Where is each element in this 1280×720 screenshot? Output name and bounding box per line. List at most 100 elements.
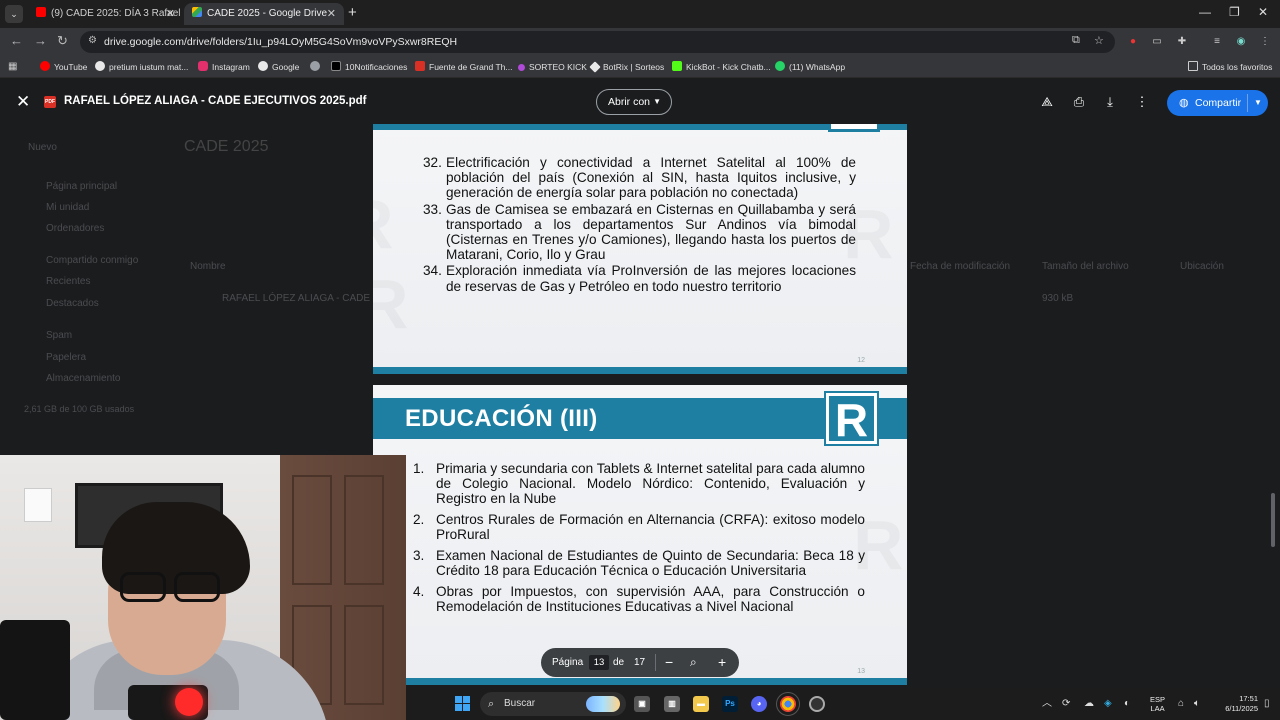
bookmark-kickbot[interactable]: KickBot - Kick Chatb... [672, 56, 771, 78]
scrollbar[interactable] [1271, 493, 1275, 547]
column-name: Nombre [190, 261, 226, 272]
more-actions-icon[interactable]: ⋮ [1134, 94, 1150, 110]
onedrive-cloud-icon[interactable]: ☁ [1084, 688, 1094, 720]
minimize-icon[interactable]: — [1199, 5, 1211, 19]
page-total: 17 [634, 657, 646, 668]
nav-item: Destacados [46, 298, 99, 309]
windows-start-icon[interactable] [455, 696, 471, 712]
chevron-down-icon[interactable]: ▼ [1254, 90, 1262, 116]
x-icon [331, 61, 341, 71]
app-icon[interactable] [809, 696, 825, 712]
extensions-puzzle-icon[interactable]: ✚ [1175, 35, 1189, 49]
tray-app-icon[interactable]: ◐ [1124, 688, 1130, 720]
notification-icon[interactable]: ▯ [1264, 698, 1270, 709]
profile-avatar-icon[interactable]: ◉ [1234, 35, 1248, 49]
reload-icon[interactable]: ↻ [57, 33, 68, 49]
share-divider [1247, 94, 1248, 112]
forward-arrow-icon[interactable]: → [34, 33, 47, 48]
app-icon[interactable]: ▥ [664, 696, 680, 712]
zoom-icon[interactable]: ⌕ [690, 648, 697, 677]
bookmark-10notificaciones[interactable]: 10Notificaciones [331, 56, 407, 78]
bookmark-sorteo-kick[interactable]: SORTEO KICK [518, 56, 587, 78]
zoom-in-icon[interactable]: + [718, 648, 726, 677]
share-button[interactable]: ◍ Compartir ▼ [1167, 90, 1268, 116]
zoom-out-icon[interactable]: − [665, 648, 673, 677]
close-tab-icon[interactable]: ✕ [327, 3, 336, 25]
nav-item: Compartido conmigo [46, 255, 139, 266]
tab-label: (9) CADE 2025: DÍA 3 Rafael Lóp [51, 8, 183, 19]
taskbar-clock[interactable]: 17:51 6/11/2025 [1212, 694, 1258, 714]
nav-item: Página principal [46, 181, 118, 192]
extension-icon[interactable]: ▭ [1150, 35, 1164, 49]
chrome-icon[interactable] [776, 692, 800, 716]
bookmark-youtube[interactable]: YouTube [40, 56, 87, 78]
clock-time: 17:51 [1239, 694, 1258, 703]
page-navigation-bar: Página 13 de 17 − ⌕ + [541, 648, 739, 677]
keyboard-language[interactable]: ESP LAA [1150, 695, 1165, 713]
taskbar-search-box[interactable]: ⌕ Buscar [480, 692, 626, 716]
download-icon[interactable]: ⤓ [1102, 94, 1118, 110]
tray-sync-icon[interactable]: ⟳ [1062, 688, 1070, 720]
bookmark-grand-theft[interactable]: Fuente de Grand Th... [415, 56, 512, 78]
apps-grid-icon[interactable]: ▦ [8, 61, 19, 72]
extension-icon[interactable]: ● [1126, 35, 1140, 49]
network-icon[interactable]: ⌂ [1178, 688, 1184, 720]
task-view-icon[interactable]: ▣ [634, 696, 650, 712]
bookmark-botrix[interactable]: BotRix | Sorteos [589, 56, 664, 78]
file-title: RAFAEL LÓPEZ ALIAGA - CADE EJECUTIVOS 20… [64, 95, 367, 107]
bookmark-whatsapp[interactable]: (11) WhatsApp [775, 56, 845, 78]
close-tab-icon[interactable]: ✕ [166, 3, 175, 25]
new-tab-plus-icon[interactable]: + [348, 4, 357, 21]
glasses-lens [174, 572, 220, 602]
nav-item: Mi unidad [46, 202, 90, 213]
google-drive-favicon-icon [192, 7, 202, 17]
slide-list: 32. Electrificación y conectividad a Inte… [423, 155, 856, 295]
address-bar[interactable]: ⚙ drive.google.com/drive/folders/1Iu_p94… [80, 31, 1115, 53]
site-info-icon[interactable]: ⚙ [88, 35, 100, 47]
webcam-overlay [0, 455, 406, 720]
close-viewer-icon[interactable]: ✕ [16, 92, 30, 112]
globe-icon: ◍ [1179, 97, 1189, 109]
show-hidden-icons-icon[interactable]: ︿ [1042, 688, 1052, 720]
list-item: 3. Examen Nacional de Estudiantes de Qui… [413, 548, 865, 579]
pdf-page-13: R R EDUCACIÓN (III) R 1.Primaria y secun… [373, 385, 907, 685]
pdf-page-12: R R R 32.Electrificación y conectividad … [373, 124, 907, 374]
webcam-microphone-arm [0, 620, 70, 720]
list-item: 1. Primaria y secundaria con Tablets & In… [413, 461, 865, 507]
open-with-button[interactable]: Abrir con ▼ [596, 89, 672, 115]
youtube-favicon-icon [36, 7, 46, 17]
browser-toolbar: ← → ↻ ⚙ drive.google.com/drive/folders/1… [0, 28, 1280, 56]
add-shortcut-drive-icon[interactable]: ⟁ [1039, 94, 1055, 110]
share-label: Compartir [1195, 97, 1242, 109]
globe-icon [310, 61, 320, 71]
nav-item: Spam [46, 330, 73, 341]
browser-menu-icon[interactable]: ⋮ [1258, 35, 1272, 49]
bookmark-star-icon[interactable]: ☆ [1094, 34, 1104, 47]
install-app-icon[interactable]: ⧉ [1072, 34, 1080, 47]
watermark: R [373, 184, 394, 264]
slide-page-number: 12 [857, 357, 865, 364]
tab-youtube[interactable]: (9) CADE 2025: DÍA 3 Rafael Lóp ✕ [28, 3, 183, 25]
bookmark-google[interactable]: Google [258, 56, 299, 78]
restore-icon[interactable]: ❐ [1229, 5, 1240, 19]
photoshop-icon[interactable]: Ps [722, 696, 738, 712]
slide-bottom-bar [373, 678, 907, 685]
volume-icon[interactable]: 🔈︎ [1194, 688, 1200, 720]
tab-search-button[interactable]: ⌄ [5, 5, 23, 23]
chevron-down-icon: ▼ [653, 97, 661, 106]
close-window-icon[interactable]: ✕ [1258, 5, 1268, 19]
discord-icon[interactable]: ◕ [751, 696, 767, 712]
tray-app-icon[interactable]: ◈ [1104, 688, 1112, 720]
bookmark-pretium[interactable]: pretium iustum mat... [95, 56, 188, 78]
nav-item: Ordenadores [46, 223, 105, 234]
all-bookmarks-folder[interactable]: Todos los favoritos [1188, 56, 1272, 78]
reading-list-icon[interactable]: ≡ [1210, 35, 1224, 49]
file-explorer-icon[interactable]: ▬ [693, 696, 709, 712]
back-arrow-icon[interactable]: ← [10, 33, 23, 48]
page-number-input[interactable]: 13 [589, 655, 609, 670]
tab-google-drive[interactable]: CADE 2025 - Google Drive ✕ [184, 3, 344, 25]
bookmark-instagram[interactable]: Instagram [198, 56, 250, 78]
print-icon[interactable]: ⎙ [1071, 94, 1087, 110]
door-panel [344, 605, 384, 705]
bookmark-globe[interactable] [310, 56, 324, 78]
